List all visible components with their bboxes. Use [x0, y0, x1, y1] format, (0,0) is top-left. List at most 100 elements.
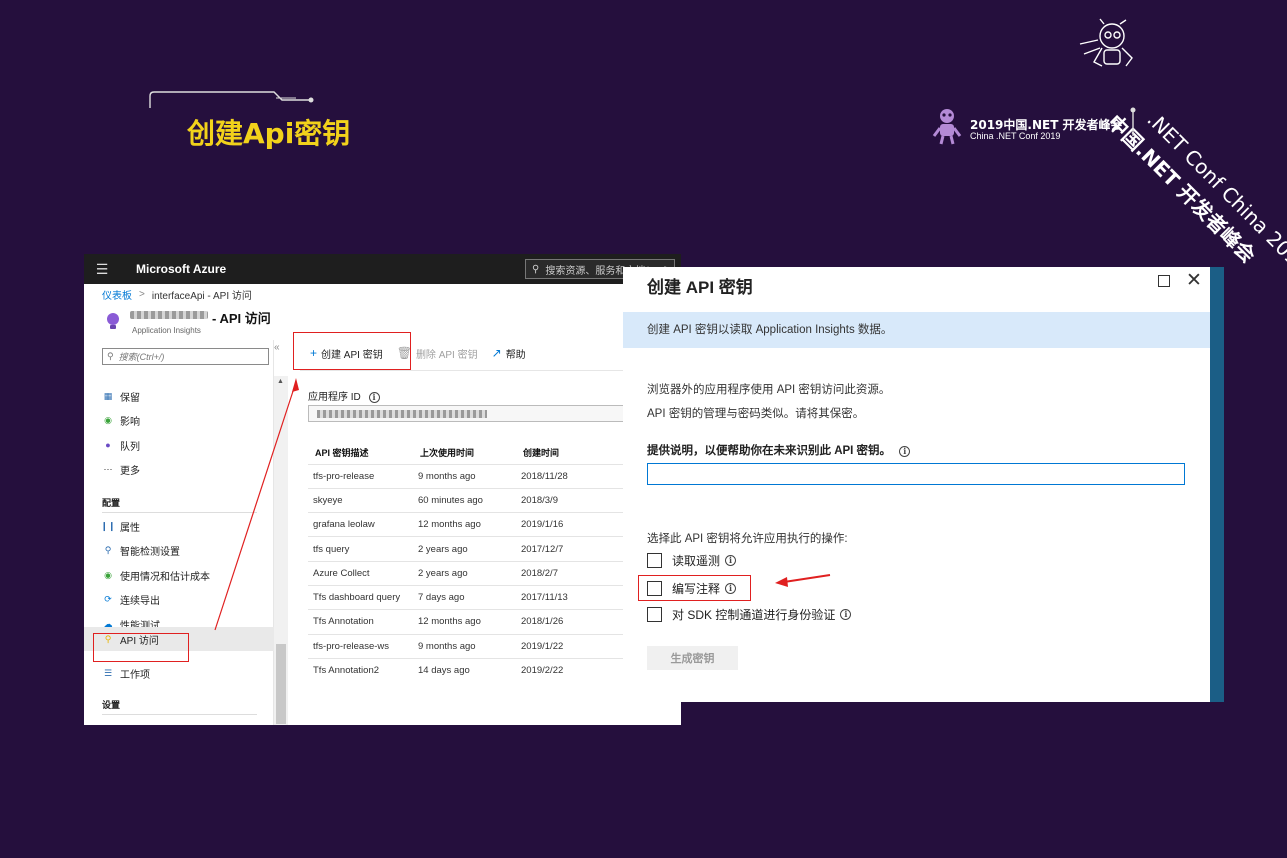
checkbox-label: 读取遥测 [672, 553, 721, 568]
key-created: 2017/12/7 [516, 536, 624, 562]
key-last-used: 9 months ago [413, 633, 516, 659]
app-id-label: 应用程序 ID i [308, 388, 380, 403]
impact-icon: ◉ [104, 414, 112, 425]
sidebar-search-placeholder: 搜索(Ctrl+/) [118, 352, 165, 362]
key-last-used: 9 months ago [413, 463, 516, 489]
key-created: 2018/1/26 [516, 609, 624, 635]
key-created: 2017/11/13 [516, 584, 624, 610]
conference-name-en: China .NET Conf 2019 [970, 131, 1061, 141]
resource-type: Application Insights [132, 326, 201, 335]
table-row[interactable]: tfs query 2 years ago 2017/12/7 [308, 536, 624, 562]
key-last-used: 12 months ago [413, 609, 516, 635]
checkbox[interactable] [647, 552, 662, 568]
sidebar-group-settings: 设置 [102, 700, 121, 710]
sidebar-item-label: 保留 [120, 392, 140, 404]
key-description: Tfs Annotation [308, 609, 413, 635]
portal-brand[interactable]: Microsoft Azure [136, 262, 525, 276]
checkbox-authenticate-sdk[interactable]: 对 SDK 控制通道进行身份验证 i [647, 605, 852, 623]
table-row[interactable]: skyeye 60 minutes ago 2018/3/9 [308, 487, 624, 513]
key-description: Azure Collect [308, 560, 413, 586]
table-row[interactable]: tfs-pro-release-ws 9 months ago 2019/1/22 [308, 633, 624, 659]
smart-detection-icon: ⚲ [104, 544, 112, 555]
sidebar-item-usage[interactable]: ◉ 使用情况和估计成本 [102, 566, 210, 584]
sidebar-item-cohorts[interactable]: ● 队列 [102, 436, 140, 454]
sidebar-item-label: 更多 [120, 465, 140, 477]
key-description: tfs query [308, 536, 413, 562]
breadcrumb-dashboard[interactable]: 仪表板 [102, 287, 132, 302]
conference-logo-icon [932, 109, 962, 145]
table-row[interactable]: grafana leolaw 12 months ago 2019/1/16 [308, 512, 624, 537]
key-created: 2018/3/9 [516, 487, 624, 513]
sidebar-item-label: 影响 [120, 416, 140, 428]
key-last-used: 14 days ago [413, 657, 516, 683]
sidebar-item-work-items[interactable]: ☰ 工作项 [102, 664, 150, 682]
hamburger-menu-icon[interactable]: ☰ [84, 261, 120, 278]
column-header-last-used[interactable]: 上次使用时间 [413, 442, 516, 464]
column-header-description[interactable]: API 密钥描述 [308, 442, 413, 464]
key-description: Tfs dashboard query [308, 584, 413, 610]
maximize-icon[interactable] [1158, 275, 1170, 287]
sidebar-item-label: 使用情况和估计成本 [120, 571, 210, 583]
resource-sidebar: ⚲ 搜索(Ctrl+/) « ▦ 保留 ◉ 影响 ● 队列 ··· 更多 配置 … [84, 340, 280, 725]
description-field-label: 提供说明，以便帮助你在未来识别此 API 密钥。 i [647, 442, 911, 458]
decor-curve [1130, 107, 1136, 136]
sidebar-item-export[interactable]: ⟳ 连续导出 [102, 590, 160, 608]
breadcrumb-current: interfaceApi - API 访问 [151, 290, 252, 302]
key-description: grafana leolaw [308, 512, 413, 537]
delete-api-key-label: 删除 API 密钥 [415, 349, 478, 361]
table-row[interactable]: Tfs Annotation 12 months ago 2018/1/26 [308, 609, 624, 635]
usage-icon: ◉ [104, 569, 112, 580]
key-last-used: 12 months ago [413, 512, 516, 537]
key-description-input[interactable] [647, 463, 1185, 485]
table-row[interactable]: Tfs dashboard query 7 days ago 2017/11/13 [308, 584, 624, 610]
dialog-accent-bar [1210, 267, 1224, 702]
resource-name-redacted [130, 311, 208, 319]
dialog-description-2: API 密钥的管理与密码类似。请将其保密。 [647, 408, 865, 420]
create-api-key-dialog: 创建 API 密钥 ✕ 创建 API 密钥以读取 Application Ins… [623, 267, 1224, 702]
properties-icon: ❙❙ [100, 520, 116, 531]
sidebar-item-impact[interactable]: ◉ 影响 [102, 411, 140, 429]
scroll-up-arrow-icon[interactable]: ▲ [277, 378, 284, 385]
key-created: 2019/1/22 [516, 633, 624, 659]
dialog-title: 创建 API 密钥 [647, 278, 753, 297]
info-icon: i [368, 391, 380, 403]
checkbox[interactable] [647, 606, 662, 622]
more-icon: ··· [103, 464, 113, 474]
sidebar-group-config: 配置 [102, 498, 121, 508]
info-icon: i [899, 445, 911, 457]
export-icon: ⟳ [104, 593, 112, 604]
external-link-icon: ↗ [491, 346, 502, 360]
table-row[interactable]: Azure Collect 2 years ago 2018/2/7 [308, 560, 624, 586]
collapse-sidebar-icon[interactable]: « [274, 342, 280, 353]
sidebar-item-retention[interactable]: ▦ 保留 [102, 387, 140, 405]
table-row[interactable]: Tfs Annotation2 14 days ago 2019/2/22 [308, 657, 624, 683]
info-banner: 创建 API 密钥以读取 Application Insights 数据。 [623, 312, 1210, 348]
key-created: 2018/11/28 [516, 463, 624, 489]
search-icon: ⚲ [107, 351, 114, 361]
key-description: tfs-pro-release [308, 463, 413, 489]
close-icon[interactable]: ✕ [1186, 269, 1202, 293]
sidebar-item-properties[interactable]: ❙❙ 属性 [100, 517, 140, 535]
sidebar-item-more[interactable]: ··· 更多 [102, 460, 141, 478]
help-button[interactable]: ↗ 帮助 [492, 346, 526, 361]
column-header-created[interactable]: 创建时间 [516, 442, 624, 464]
key-description: tfs-pro-release-ws [308, 633, 413, 659]
info-icon: i [840, 608, 852, 620]
sidebar-search-input[interactable]: ⚲ 搜索(Ctrl+/) [102, 348, 269, 365]
diagonal-text-en: .NET Conf China 2019 [1142, 107, 1287, 280]
sidebar-item-label: 连续导出 [120, 595, 160, 607]
checkbox-read-telemetry[interactable]: 读取遥测 i [647, 551, 737, 569]
api-keys-table: API 密钥描述 上次使用时间 创建时间 tfs-pro-release 9 mo… [308, 442, 624, 683]
sidebar-item-smart-detection[interactable]: ⚲ 智能检测设置 [102, 541, 180, 559]
highlight-write-annotations [638, 575, 751, 601]
app-id-field[interactable] [308, 405, 648, 422]
table-row[interactable]: tfs-pro-release 9 months ago 2018/11/28 [308, 463, 624, 489]
sidebar-scroll-thumb[interactable] [276, 644, 286, 724]
dialog-description-1: 浏览器外的应用程序使用 API 密钥访问此资源。 [647, 384, 891, 396]
generate-key-button[interactable]: 生成密钥 [647, 646, 738, 670]
portal-topbar: ☰ Microsoft Azure ⚲ 搜索资源、服务和文档(G+/) [84, 254, 681, 284]
highlight-api-access [93, 633, 189, 662]
checkbox-label: 对 SDK 控制通道进行身份验证 [672, 607, 836, 622]
slide-title: 创建Api密钥 [187, 117, 351, 150]
app-id-label-text: 应用程序 ID [308, 392, 361, 403]
